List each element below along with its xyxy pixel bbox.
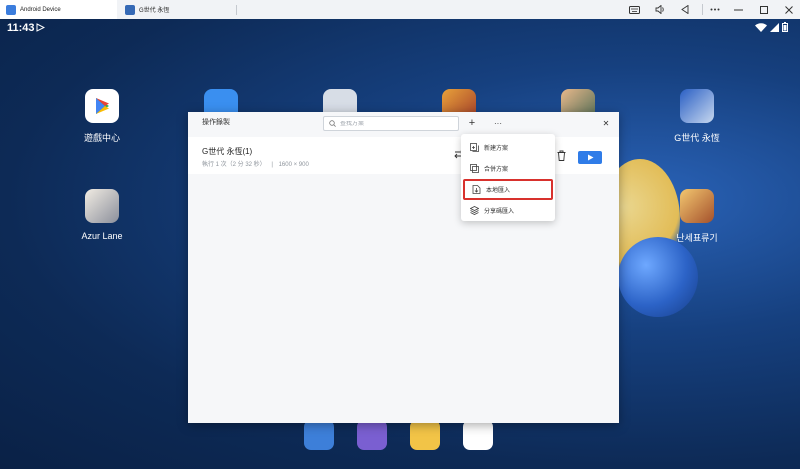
- scheme-title: G世代 永恆(1): [202, 147, 253, 156]
- menu-item-new-scheme[interactable]: 新建方案: [463, 137, 553, 158]
- tab-label: Android Device: [20, 6, 61, 13]
- window-titlebar: Android Device G世代 永恆: [0, 0, 800, 20]
- scheme-meta: 執行 1 次（2 分 32 秒） | 1600 × 900: [202, 159, 313, 168]
- status-bar: 11:43: [0, 19, 800, 39]
- menu-item-label: 本地匯入: [486, 188, 511, 194]
- play-store-icon: [85, 89, 119, 123]
- files-dock-icon[interactable]: [410, 420, 440, 450]
- nanse-game-icon: [680, 189, 714, 223]
- play-icon: [587, 154, 593, 161]
- tab-g-generation[interactable]: G世代 永恆: [119, 0, 237, 19]
- status-icons: [755, 22, 788, 35]
- wifi-icon: [755, 23, 768, 32]
- close-icon[interactable]: [779, 0, 799, 19]
- app-nanse[interactable]: 난세표류기: [657, 189, 737, 244]
- menu-item-merge-scheme[interactable]: 合併方案: [463, 158, 553, 179]
- app-label: 난세표류기: [676, 233, 718, 243]
- app-azur-lane[interactable]: Azur Lane: [62, 189, 142, 241]
- battery-icon: [782, 22, 788, 32]
- dialog-title: 操作錄製: [202, 119, 230, 126]
- new-scheme-icon: [470, 143, 479, 152]
- status-time: 11:43: [7, 22, 35, 34]
- local-import-icon: [472, 185, 481, 194]
- game-tab-icon: [125, 4, 135, 15]
- search-box[interactable]: [323, 116, 459, 131]
- keyboard-icon[interactable]: [624, 0, 644, 19]
- tab-android-device[interactable]: Android Device: [0, 0, 117, 19]
- g-generation-icon: [680, 89, 714, 123]
- settings-dock-icon[interactable]: [304, 420, 334, 450]
- menu-item-label: 新建方案: [484, 146, 509, 152]
- back-icon[interactable]: [675, 0, 695, 19]
- gallery-dock-icon[interactable]: [357, 420, 387, 450]
- more-options-button[interactable]: ···: [491, 116, 505, 130]
- meta-separator: |: [271, 162, 273, 168]
- layers-icon: [470, 206, 479, 215]
- merge-scheme-icon: [470, 164, 479, 173]
- run-button[interactable]: [578, 151, 602, 164]
- app-g-generation[interactable]: G世代 永恆: [657, 89, 737, 144]
- browser-dock-icon[interactable]: [463, 420, 493, 450]
- app-label: G世代 永恆: [674, 133, 720, 143]
- menu-item-label: 分享碼匯入: [484, 209, 515, 215]
- search-icon: [329, 120, 336, 127]
- azur-lane-icon: [85, 189, 119, 223]
- volume-icon[interactable]: [650, 0, 670, 19]
- add-button[interactable]: +: [465, 116, 479, 130]
- maximize-icon[interactable]: [754, 0, 774, 19]
- menu-item-local-import[interactable]: 本地匯入: [463, 179, 553, 200]
- trash-icon[interactable]: [556, 150, 567, 161]
- dialog-header: 操作錄製 + ··· ✕: [188, 112, 619, 134]
- scheme-run-count: 執行 1 次（2 分 32 秒）: [202, 162, 266, 168]
- menu-item-label: 合併方案: [484, 167, 509, 173]
- toolbar-divider: [702, 4, 703, 15]
- wallpaper-planet: [618, 237, 698, 317]
- tab-divider: [236, 5, 237, 15]
- scheme-resolution: 1600 × 900: [278, 162, 309, 168]
- android-device-icon: [6, 4, 16, 15]
- minimize-icon[interactable]: [728, 0, 748, 19]
- tab-label: G世代 永恆: [139, 8, 170, 14]
- signal-icon: [770, 23, 780, 32]
- app-label: 遊戲中心: [83, 133, 120, 143]
- app-label: Azur Lane: [81, 231, 123, 241]
- more-icon[interactable]: [705, 0, 725, 19]
- play-store-notification-icon: [36, 23, 45, 32]
- menu-item-share-code-import[interactable]: 分享碼匯入: [463, 200, 553, 221]
- more-options-menu: 新建方案 合併方案 本地匯入 分享碼匯入: [461, 134, 555, 221]
- dialog-close-button[interactable]: ✕: [599, 116, 613, 130]
- search-input[interactable]: [340, 120, 440, 127]
- app-game-center[interactable]: 遊戲中心: [62, 89, 142, 144]
